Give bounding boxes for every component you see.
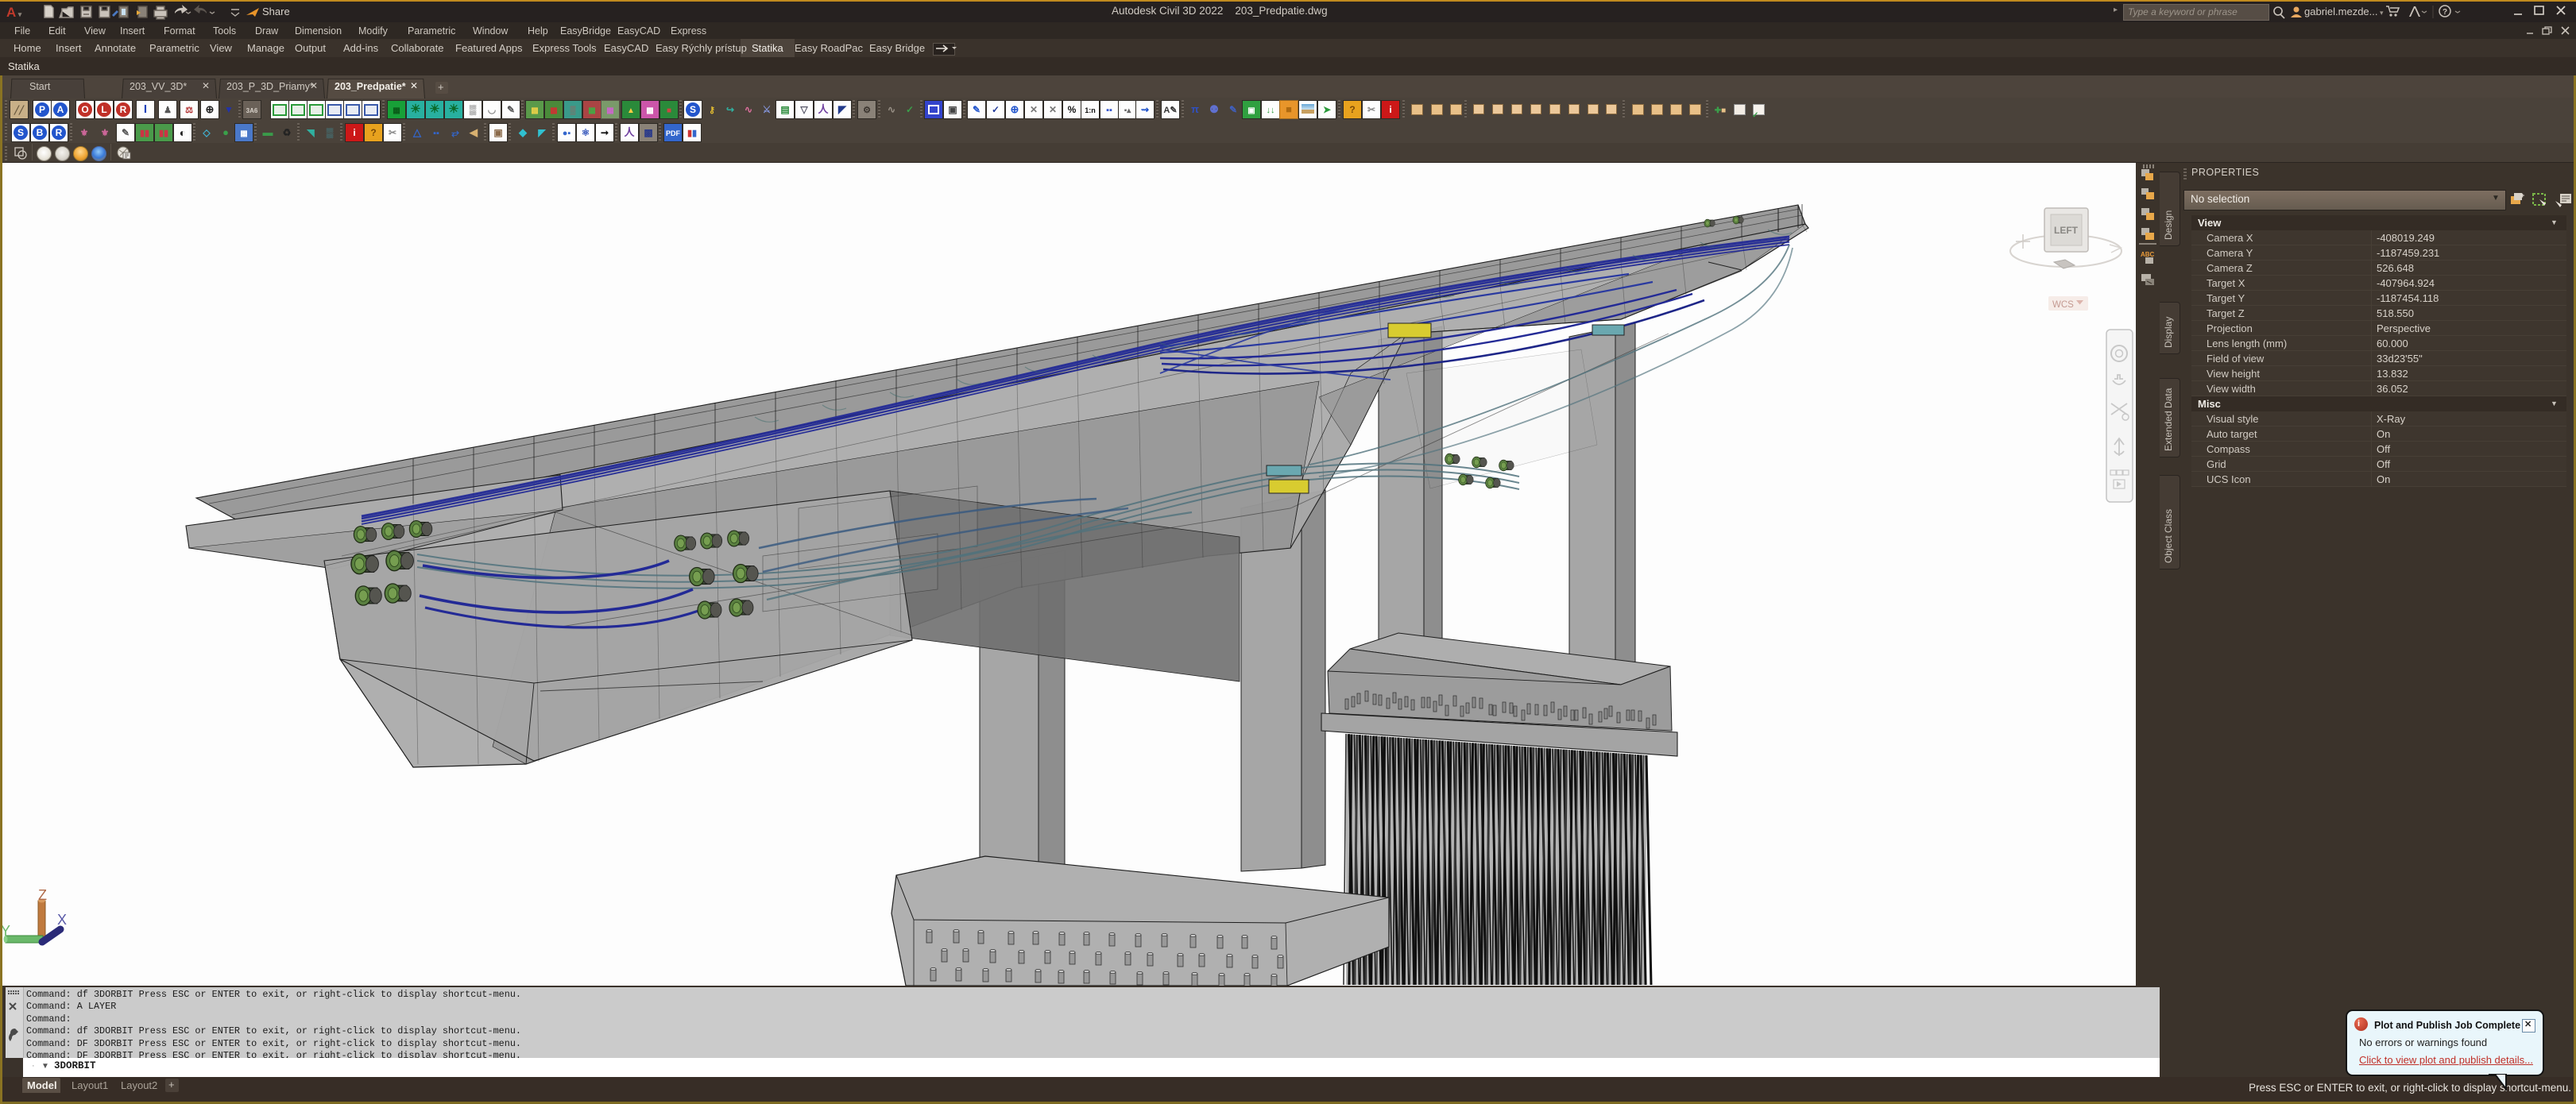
svg-text:X: X	[57, 912, 67, 928]
svg-text:WCS: WCS	[2052, 300, 2074, 310]
svg-text:LEFT: LEFT	[2054, 225, 2079, 236]
svg-text:?: ?	[2443, 8, 2447, 17]
svg-text:+: +	[2520, 191, 2524, 199]
svg-text:ABC: ABC	[2141, 251, 2155, 258]
svg-text:Y: Y	[2, 923, 10, 939]
svg-text:Z: Z	[38, 887, 47, 903]
